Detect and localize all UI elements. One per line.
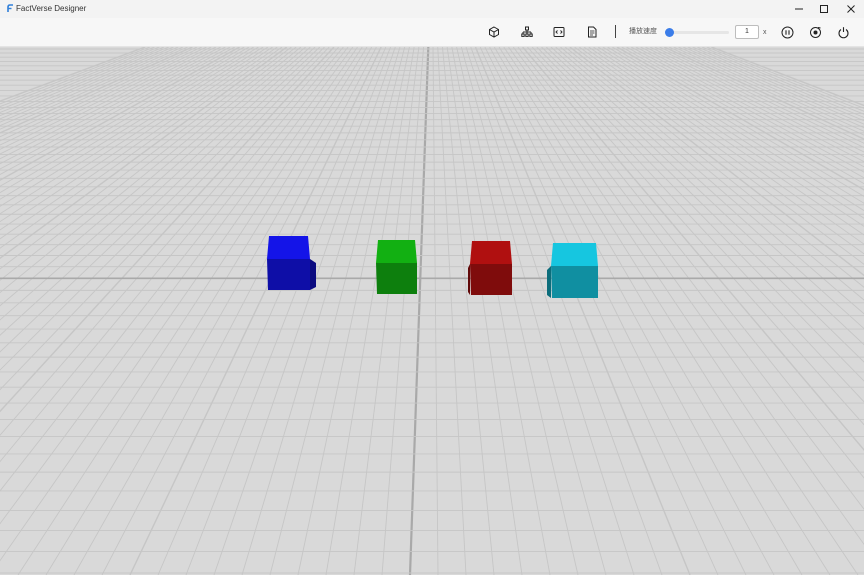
red-cube-side-face	[468, 264, 470, 295]
record-icon	[809, 26, 821, 38]
power-button[interactable]	[836, 25, 850, 39]
red-cube-top-face	[470, 241, 512, 264]
document-icon	[588, 26, 597, 38]
speed-unit-label: x	[763, 29, 767, 36]
maximize-button[interactable]	[811, 0, 837, 18]
toolbar: 播放速度 x	[0, 18, 864, 47]
scene-viewport[interactable]	[0, 47, 864, 575]
app-logo-icon	[7, 4, 13, 12]
window-title: FactVerse Designer	[16, 4, 87, 13]
toolbar-divider	[615, 25, 616, 38]
cyan-cube-side-face	[547, 266, 551, 298]
playback-speed-input[interactable]	[735, 25, 759, 39]
code-button[interactable]	[552, 25, 566, 39]
green-cube[interactable]	[376, 240, 417, 294]
green-cube-front-face	[376, 263, 417, 294]
pause-button[interactable]	[780, 25, 794, 39]
playback-speed-slider[interactable]	[669, 31, 729, 34]
cyan-cube-front-face	[551, 266, 598, 298]
green-cube-top-face	[376, 240, 417, 263]
minimize-button[interactable]	[786, 0, 812, 18]
document-button[interactable]	[585, 25, 599, 39]
close-button[interactable]	[838, 0, 864, 18]
cube-icon	[489, 26, 499, 38]
maximize-icon	[820, 5, 828, 13]
cyan-cube-top-face	[551, 243, 598, 266]
playback-speed-slider-thumb[interactable]	[665, 28, 674, 37]
red-cube[interactable]	[468, 241, 512, 295]
view-3d-button[interactable]	[487, 25, 501, 39]
hierarchy-button[interactable]	[520, 25, 534, 39]
cyan-cube[interactable]	[547, 243, 598, 298]
blue-cube-side-face	[310, 259, 316, 290]
red-cube-front-face	[470, 264, 512, 295]
pause-icon	[781, 26, 793, 38]
blue-cube-top-face	[267, 236, 310, 259]
power-icon	[838, 26, 848, 38]
minimize-icon	[795, 8, 803, 10]
close-icon	[847, 5, 855, 13]
blue-cube[interactable]	[267, 236, 316, 290]
blue-cube-front-face	[267, 259, 310, 290]
title-bar: FactVerse Designer	[0, 0, 864, 18]
code-icon	[553, 27, 565, 37]
hierarchy-icon	[521, 26, 533, 37]
playback-speed-label: 播放速度	[629, 28, 657, 35]
record-button[interactable]	[808, 25, 822, 39]
